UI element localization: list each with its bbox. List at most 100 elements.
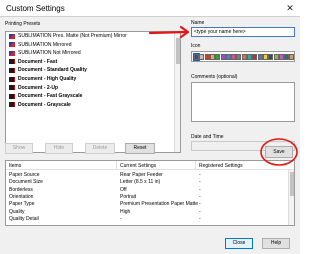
current-setting-cell: Portrait [120,193,137,200]
close-button[interactable]: Close [225,238,253,249]
item-cell: Quality Detail [9,215,39,222]
preset-icon-option[interactable] [262,54,268,60]
item-cell: Borderless [9,186,33,193]
preset-label: SUBLIMATION Not Mirrored [18,50,81,57]
preset-icon-option[interactable] [268,54,274,60]
name-input[interactable]: <type your name here> [191,27,295,37]
preset-icon-option[interactable] [241,54,247,60]
registered-setting-cell: - [199,186,201,193]
preset-icon-option[interactable] [199,54,205,60]
table-row: Paper Source Rear Paper Feeder - [6,171,294,178]
preset-icon-option[interactable] [289,54,294,60]
comments-label: Comments (optional) [191,74,238,80]
reset-button[interactable]: Reset [125,143,155,154]
comments-field[interactable] [191,82,295,122]
help-button[interactable]: Help [262,238,290,249]
name-label: Name [191,20,205,26]
preset-label: Document - 2-Up [18,84,58,91]
table-row: Orientation Portrait - [6,193,294,200]
item-cell: Orientation [9,193,34,200]
preset-item[interactable]: Document - Standard Quality [6,66,180,75]
header-registered: Registered Settings [199,163,243,169]
preset-label: Document - Fast Grayscale [18,93,83,100]
preset-item[interactable]: Document - Fast Grayscale [6,92,180,101]
column-divider [195,161,196,170]
preset-icon-option[interactable] [209,54,215,60]
preset-icon-option[interactable] [284,54,290,60]
document-icon [9,93,15,99]
preset-item[interactable]: Document - 2-Up [6,84,180,93]
header-items: Items [9,163,22,169]
document-icon [9,76,15,82]
table-row: Quality High - [6,208,294,215]
sublimation-icon [9,33,15,39]
window-close-icon[interactable]: ✕ [284,2,296,14]
table-row: Quality Detail - - [6,215,294,222]
preset-item[interactable]: Document - Fast [6,58,180,67]
preset-icon-option[interactable] [273,54,279,60]
preset-icon-option[interactable] [278,54,284,60]
preset-icon-option[interactable] [193,53,200,61]
item-cell: Paper Source [9,172,40,178]
title-bar: Custom Settings ✕ [0,0,300,16]
table-row: Borderless Off - [6,186,294,193]
registered-setting-cell: - [199,172,201,178]
show-button[interactable]: Show [5,143,33,154]
current-setting-cell: Premium Presentation Paper Matte [120,201,199,208]
preset-icon-option[interactable] [231,54,237,60]
preset-icon-option[interactable] [225,54,231,60]
presets-list[interactable]: SUBLIMATION Pres. Matte (Not Premium) Mi… [5,31,181,153]
preset-icon-option[interactable] [236,54,242,60]
column-divider [116,161,117,170]
current-setting-cell: High [120,208,131,215]
table-scrollbar[interactable] [288,170,294,225]
delete-button[interactable]: Delete [85,143,115,154]
registered-setting-cell: - [199,201,201,208]
window-title: Custom Settings [6,4,65,13]
registered-setting-cell: - [199,215,201,222]
save-button[interactable]: Save [265,146,293,158]
preset-label: SUBLIMATION Pres. Matte (Not Premium) Mi… [18,33,127,39]
table-row: Document Size Letter (8.5 x 11 in) - [6,178,294,185]
document-icon [9,102,15,108]
preset-label: Document - High Quality [18,75,77,82]
item-cell: Paper Type [9,201,35,208]
document-icon [9,67,15,73]
preset-icon-option[interactable] [257,54,263,60]
preset-icon-option[interactable] [252,54,258,60]
registered-setting-cell: - [199,179,201,186]
preset-item[interactable]: SUBLIMATION Pres. Matte (Not Premium) Mi… [6,32,180,41]
table-row: Paper Type Premium Presentation Paper Mat… [6,200,294,207]
preset-item[interactable]: Document - Grayscale [6,101,180,110]
preset-item[interactable]: SUBLIMATION Mirrored [6,41,180,50]
preset-item[interactable]: SUBLIMATION Not Mirrored [6,49,180,58]
hide-button[interactable]: Hide [45,143,73,154]
datetime-label: Date and Time [191,134,224,140]
document-icon [9,59,15,65]
preset-icon-option[interactable] [220,54,226,60]
registered-setting-cell: - [199,193,201,200]
current-setting-cell: Off [120,186,127,193]
scrollbar-thumb[interactable] [290,172,294,196]
preset-label: Document - Grayscale [18,101,71,108]
preset-label: Document - Fast [18,58,58,65]
item-cell: Quality [9,208,25,215]
preset-icon-option[interactable] [247,54,252,60]
current-setting-cell: Rear Paper Feeder [120,172,163,178]
header-current: Current Settings [120,163,157,169]
preset-label: SUBLIMATION Mirrored [18,41,72,48]
registered-setting-cell: - [199,208,201,215]
current-setting-cell: Letter (8.5 x 11 in) [120,179,161,186]
preset-item[interactable]: Document - High Quality [6,75,180,84]
preset-label: Document - Standard Quality [18,67,87,74]
icon-picker[interactable] [191,51,295,62]
table-header: Items Current Settings Registered Settin… [6,161,294,170]
icon-label: Icon [191,43,201,49]
preset-icon-option[interactable] [204,54,210,60]
presets-label: Printing Presets [5,21,41,27]
sublimation-icon [9,42,15,48]
settings-table: Items Current Settings Registered Settin… [5,160,295,226]
sublimation-icon [9,50,15,56]
preset-icon-option[interactable] [215,54,221,60]
current-setting-cell: - [120,215,122,222]
